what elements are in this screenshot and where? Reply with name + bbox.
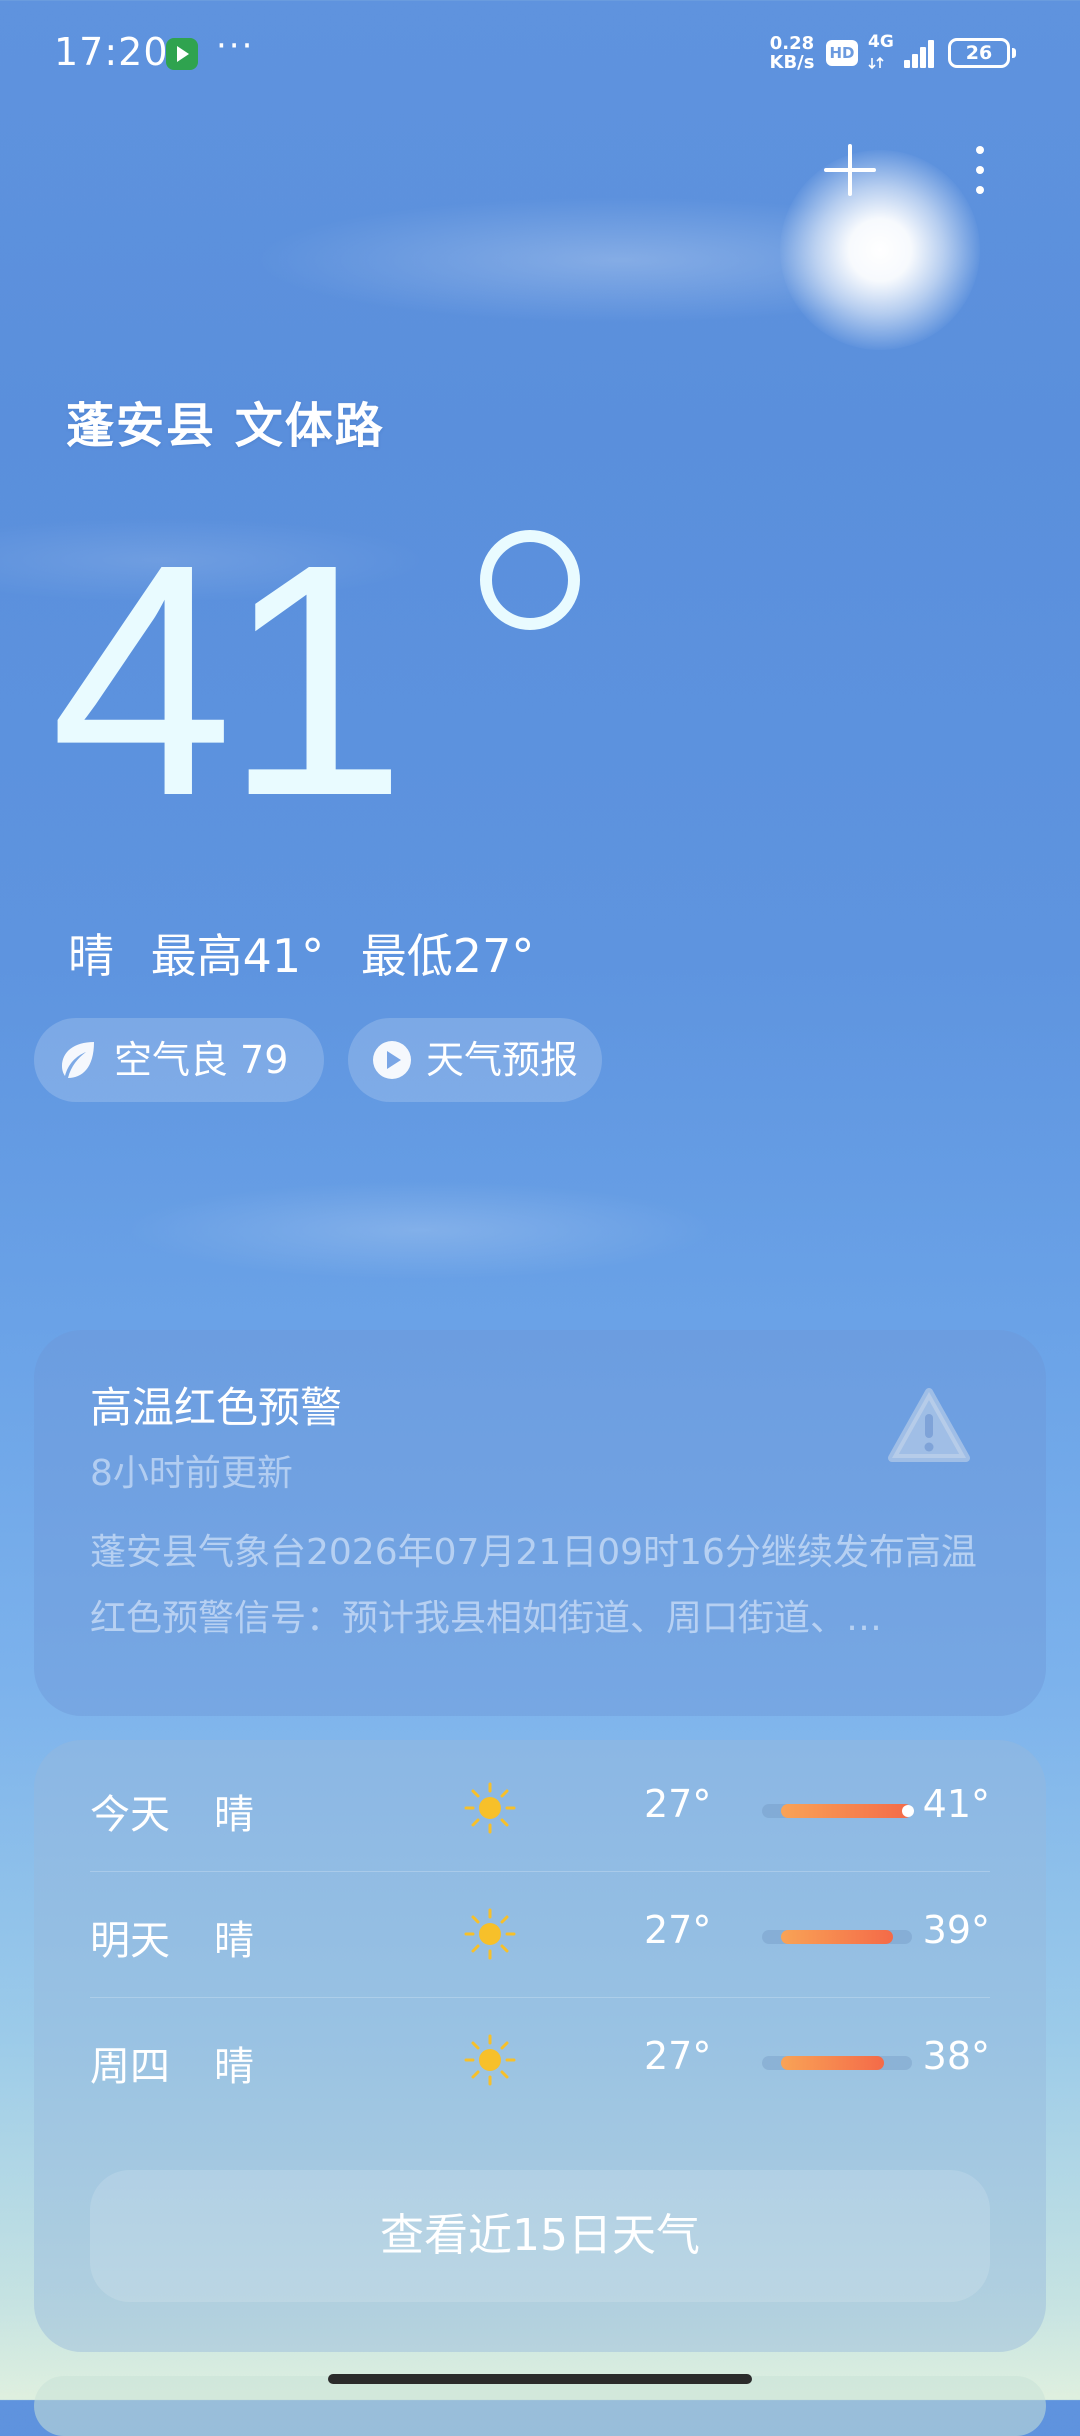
status-bar: 17:20 ··· 0.28 KB/s HD 4G 26	[0, 0, 1080, 110]
plus-icon	[824, 144, 876, 196]
temperature-range-bar	[762, 1804, 914, 1818]
air-quality-value: 79	[240, 1038, 289, 1082]
forecast-high: 41°	[922, 1782, 990, 1826]
forecast-row[interactable]: 明天晴 27° 39°	[90, 1872, 990, 1998]
forecast-low: 27°	[644, 2034, 712, 2078]
sun-icon	[462, 2032, 518, 2088]
forecast-condition: 晴	[214, 1792, 254, 1838]
daily-forecast-card: 今天晴 27° 41° 明天晴 27° 39° 周四晴 27° 38° 查看近15日天气	[34, 1740, 1046, 2352]
weather-video-label: 天气预报	[426, 1038, 579, 1082]
current-temperature-marker	[902, 1805, 914, 1817]
signal-icon: 4G	[866, 32, 936, 72]
leaf-icon	[62, 1042, 94, 1078]
sun-icon	[462, 1906, 518, 1962]
forecast-condition: 晴	[214, 1918, 254, 1964]
forecast-day: 今天	[90, 1792, 170, 1838]
forecast-low: 27°	[644, 1782, 712, 1826]
view-15-day-forecast-button[interactable]: 查看近15日天气	[90, 2170, 990, 2302]
current-condition: 晴	[68, 929, 114, 983]
forecast-row[interactable]: 周四晴 27° 38°	[90, 1998, 990, 2124]
forecast-condition: 晴	[214, 2044, 254, 2090]
forecast-high: 38°	[922, 2034, 990, 2078]
more-notifications-icon: ···	[216, 26, 255, 66]
home-indicator[interactable]	[328, 2374, 752, 2384]
network-speed-unit: KB/s	[769, 52, 815, 73]
forecast-day: 周四	[90, 2044, 170, 2090]
temperature-range-fill	[780, 1804, 913, 1818]
status-time: 17:20	[54, 30, 169, 74]
more-vertical-icon	[976, 146, 984, 194]
temperature-range-fill	[780, 2056, 884, 2070]
degree-symbol	[480, 530, 580, 630]
hd-badge: HD	[826, 40, 858, 66]
sun-glare	[780, 150, 980, 350]
network-speed: 0.28 KB/s	[766, 34, 818, 72]
alert-description: 蓬安县气象台2026年07月21日09时16分继续发布高温红色预警信号：预计我县…	[90, 1532, 977, 1639]
play-app-icon	[166, 38, 198, 70]
weather-alert-card[interactable]: 高温红色预警 8小时前更新 蓬安县气象台2026年07月21日09时16分继续发…	[34, 1330, 1046, 1716]
temperature-range-fill	[780, 1930, 894, 1944]
alert-title: 高温红色预警	[90, 1383, 343, 1432]
battery-icon: 26	[948, 38, 1016, 68]
add-city-button[interactable]	[820, 140, 880, 200]
today-high: 最高41°	[150, 929, 325, 983]
current-temperature: 41	[50, 480, 580, 880]
sun-icon	[462, 1780, 518, 1836]
network-speed-value: 0.28	[769, 33, 815, 54]
air-quality-pill[interactable]: 空气良 79	[34, 1018, 324, 1102]
temperature-range-bar	[762, 1930, 912, 1944]
forecast-row[interactable]: 今天晴 27° 41°	[90, 1746, 990, 1872]
location-title[interactable]: 蓬安县 文体路	[66, 386, 385, 456]
air-quality-label: 空气良	[114, 1038, 229, 1082]
forecast-high: 39°	[922, 1908, 990, 1952]
forecast-day: 明天	[90, 1918, 170, 1964]
more-options-button[interactable]	[960, 140, 1000, 200]
today-low: 最低27°	[360, 929, 535, 983]
next-card	[34, 2376, 1046, 2436]
warning-triangle-icon	[888, 1388, 970, 1462]
alert-updated-time: 8小时前更新	[90, 1453, 293, 1494]
today-summary: 晴 最高41° 最低27°	[68, 920, 556, 986]
forecast-low: 27°	[644, 1908, 712, 1952]
current-temperature-value: 41	[50, 495, 407, 864]
weather-video-pill[interactable]: 天气预报	[348, 1018, 602, 1102]
play-circle-icon	[373, 1041, 411, 1079]
temperature-range-bar	[762, 2056, 912, 2070]
